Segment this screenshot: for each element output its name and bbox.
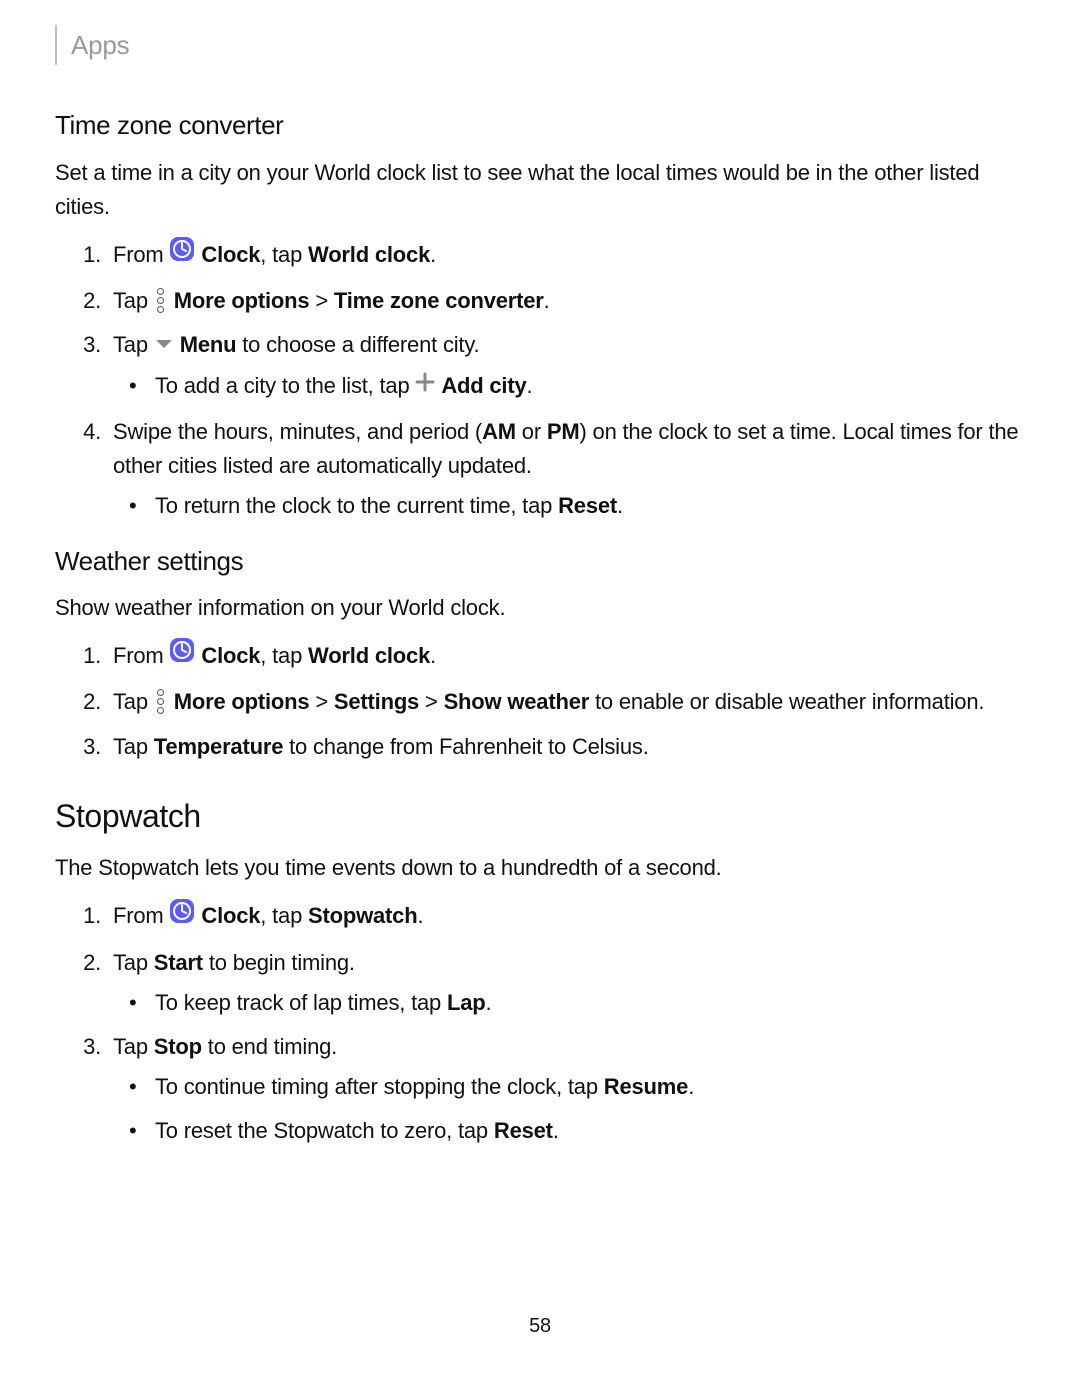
header-title: Apps: [71, 25, 129, 65]
text: World clock: [308, 242, 430, 267]
tzc-intro: Set a time in a city on your World clock…: [55, 156, 1025, 224]
text: Reset: [558, 493, 617, 518]
chevron-down-icon: [154, 327, 174, 361]
text: Time zone converter: [334, 288, 544, 313]
tzc-steps: From Clock, tap World clock. Tap More op…: [55, 238, 1025, 523]
text: or: [516, 419, 547, 444]
text: Clock: [201, 643, 260, 668]
text: Add city: [441, 373, 526, 398]
text: To add a city to the list, tap: [155, 373, 415, 398]
text: Swipe the hours, minutes, and period (: [113, 419, 482, 444]
clock-icon: [169, 236, 195, 272]
text: to begin timing.: [203, 950, 355, 975]
list-item: From Clock, tap Stopwatch.: [107, 899, 1025, 935]
header-rule: [55, 25, 57, 65]
text: to enable or disable weather information…: [589, 689, 984, 714]
text: World clock: [308, 643, 430, 668]
text: Tap: [113, 1034, 154, 1059]
text: Tap: [113, 689, 154, 714]
list-item: From Clock, tap World clock.: [107, 639, 1025, 675]
text: to choose a different city.: [236, 332, 479, 357]
plus-icon: [415, 368, 435, 402]
text: From: [113, 643, 169, 668]
text: Clock: [201, 903, 260, 928]
list-item: Swipe the hours, minutes, and period (AM…: [107, 415, 1025, 523]
text: Stopwatch: [308, 903, 417, 928]
ws-steps: From Clock, tap World clock. Tap More op…: [55, 639, 1025, 763]
text: From: [113, 242, 169, 267]
clock-icon: [169, 637, 195, 673]
text: >: [419, 689, 443, 714]
text: Tap: [113, 288, 154, 313]
list-item: Tap Temperature to change from Fahrenhei…: [107, 730, 1025, 764]
text: To reset the Stopwatch to zero, tap: [155, 1118, 494, 1143]
text: Reset: [494, 1118, 553, 1143]
text: Tap: [113, 950, 154, 975]
text: More options: [174, 288, 310, 313]
text: AM: [482, 419, 516, 444]
list-item: To add a city to the list, tap Add city.: [149, 369, 1025, 404]
sw-steps: From Clock, tap Stopwatch. Tap Start to …: [55, 899, 1025, 1148]
list-item: Tap Menu to choose a different city. To …: [107, 328, 1025, 404]
text: Temperature: [154, 734, 283, 759]
list-item: Tap Stop to end timing. To continue timi…: [107, 1030, 1025, 1148]
heading-weather: Weather settings: [55, 541, 1025, 581]
text: , tap: [260, 903, 308, 928]
list-item: To keep track of lap times, tap Lap.: [149, 986, 1025, 1020]
text: Show weather: [444, 689, 590, 714]
list-item: Tap More options > Settings > Show weath…: [107, 685, 1025, 719]
text: , tap: [260, 643, 308, 668]
heading-stopwatch: Stopwatch: [55, 792, 1025, 842]
header: Apps: [55, 25, 1025, 65]
text: Resume: [604, 1074, 688, 1099]
text: From: [113, 903, 169, 928]
list-item: To return the clock to the current time,…: [149, 489, 1025, 523]
text: Tap: [113, 332, 154, 357]
text: Start: [154, 950, 203, 975]
ws-intro: Show weather information on your World c…: [55, 591, 1025, 625]
text: To keep track of lap times, tap: [155, 990, 447, 1015]
sw-intro: The Stopwatch lets you time events down …: [55, 851, 1025, 885]
list-item: Tap Start to begin timing. To keep track…: [107, 946, 1025, 1020]
text: to change from Fahrenheit to Celsius.: [283, 734, 648, 759]
heading-tzc: Time zone converter: [55, 105, 1025, 145]
text: Lap: [447, 990, 486, 1015]
page-number: 58: [0, 1311, 1080, 1342]
text: Menu: [180, 332, 237, 357]
more-options-icon: [154, 286, 168, 315]
text: to end timing.: [202, 1034, 337, 1059]
text: >: [309, 689, 333, 714]
text: >: [309, 288, 333, 313]
text: More options: [174, 689, 310, 714]
list-item: To reset the Stopwatch to zero, tap Rese…: [149, 1114, 1025, 1148]
text: Stop: [154, 1034, 202, 1059]
list-item: From Clock, tap World clock.: [107, 238, 1025, 274]
text: To return the clock to the current time,…: [155, 493, 558, 518]
text: PM: [547, 419, 580, 444]
more-options-icon: [154, 687, 168, 716]
text: Tap: [113, 734, 154, 759]
list-item: To continue timing after stopping the cl…: [149, 1070, 1025, 1104]
list-item: Tap More options > Time zone converter.: [107, 284, 1025, 318]
text: , tap: [260, 242, 308, 267]
text: To continue timing after stopping the cl…: [155, 1074, 604, 1099]
clock-icon: [169, 898, 195, 934]
text: Settings: [334, 689, 419, 714]
text: Clock: [201, 242, 260, 267]
